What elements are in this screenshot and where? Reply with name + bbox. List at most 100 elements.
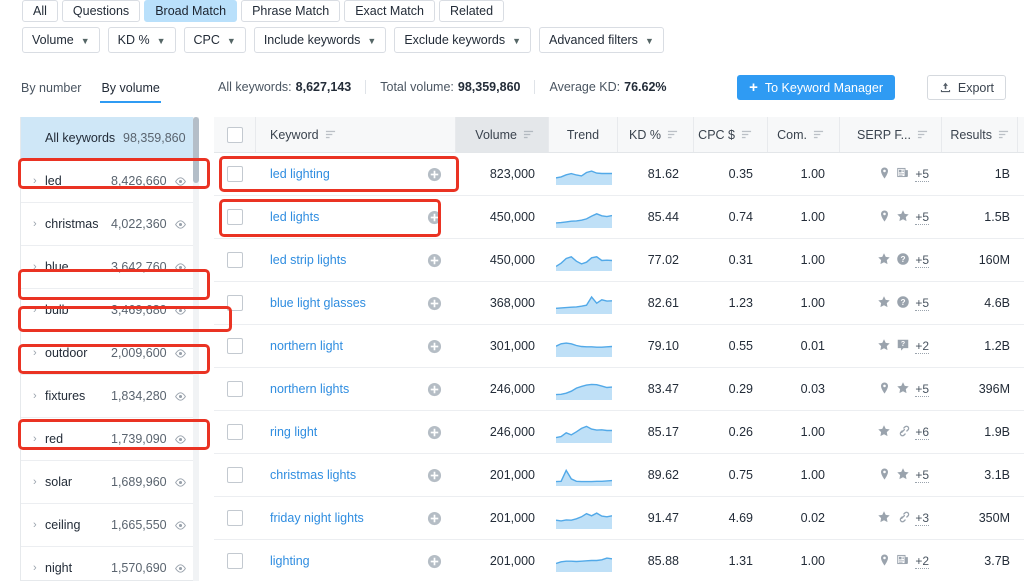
eye-icon[interactable] [173, 218, 187, 231]
row-checkbox[interactable] [227, 338, 243, 354]
column-header-kd[interactable]: KD % [618, 117, 694, 152]
sidebar-item-bulb[interactable]: › bulb 3,469,680 [21, 289, 197, 332]
keyword-link[interactable]: northern light [270, 339, 343, 353]
chevron-right-icon[interactable]: › [33, 519, 45, 531]
add-keyword-icon[interactable] [427, 253, 442, 268]
add-keyword-icon[interactable] [427, 339, 442, 354]
filter-volume[interactable]: Volume ▼ [22, 27, 100, 53]
chevron-right-icon[interactable]: › [33, 476, 45, 488]
sidebar-item-all-keywords[interactable]: All keywords 98,359,860 [21, 117, 197, 160]
view-tab-by-volume[interactable]: By volume [100, 79, 161, 103]
to-keyword-manager-button[interactable]: + To Keyword Manager [737, 75, 895, 100]
table-row[interactable]: northern lights 246,000 83.47 0.29 0.03 +5 396… [214, 368, 1024, 411]
serp-more-link[interactable]: +6 [915, 425, 929, 440]
table-row[interactable]: lighting 201,000 85.88 1.31 1.00 +2 3.7B [214, 540, 1024, 581]
chevron-right-icon[interactable]: › [33, 433, 45, 445]
column-header-results[interactable]: Results [942, 117, 1018, 152]
question-box-icon[interactable]: ? [896, 338, 910, 355]
star-icon[interactable] [877, 424, 891, 441]
keyword-link[interactable]: christmas lights [270, 468, 356, 482]
chevron-right-icon[interactable]: › [33, 218, 45, 230]
match-tab-related[interactable]: Related [438, 0, 505, 22]
link-icon[interactable] [896, 510, 910, 527]
sidebar-item-outdoor[interactable]: › outdoor 2,009,600 [21, 332, 197, 375]
sort-icon[interactable] [813, 129, 824, 140]
eye-icon[interactable] [173, 433, 187, 446]
star-icon[interactable] [896, 209, 910, 226]
star-icon[interactable] [877, 510, 891, 527]
pin-icon[interactable] [878, 467, 891, 484]
star-icon[interactable] [877, 295, 891, 312]
match-tab-questions[interactable]: Questions [61, 0, 141, 22]
eye-icon[interactable] [173, 390, 187, 403]
keyword-link[interactable]: ring light [270, 425, 317, 439]
eye-icon[interactable] [173, 476, 187, 489]
table-row[interactable]: led strip lights 450,000 77.02 0.31 1.00? +5 1… [214, 239, 1024, 282]
serp-more-link[interactable]: +5 [915, 167, 929, 182]
sidebar-scrollbar-thumb[interactable] [193, 117, 199, 183]
chevron-right-icon[interactable]: › [33, 347, 45, 359]
table-row[interactable]: blue light glasses 368,000 82.61 1.23 1.00? +… [214, 282, 1024, 325]
column-header-com[interactable]: Com. [768, 117, 840, 152]
chevron-right-icon[interactable]: › [33, 304, 45, 316]
column-header-keyword[interactable]: Keyword [256, 117, 456, 152]
keyword-groups-sidebar[interactable]: All keywords 98,359,860 › led 8,426,660 › chri… [20, 117, 198, 581]
chevron-right-icon[interactable]: › [33, 562, 45, 574]
row-checkbox[interactable] [227, 295, 243, 311]
row-checkbox[interactable] [227, 510, 243, 526]
link-icon[interactable] [896, 424, 910, 441]
serp-more-link[interactable]: +5 [915, 296, 929, 311]
filter-kd[interactable]: KD % ▼ [107, 27, 176, 53]
row-checkbox[interactable] [227, 381, 243, 397]
table-row[interactable]: led lights 450,000 85.44 0.74 1.00 +5 1.5B [214, 196, 1024, 239]
eye-icon[interactable] [173, 562, 187, 575]
question-icon[interactable]: ? [896, 252, 910, 269]
sidebar-item-red[interactable]: › red 1,739,090 [21, 418, 197, 461]
table-row[interactable]: christmas lights 201,000 89.62 0.75 1.00 +5 3.… [214, 454, 1024, 497]
star-icon[interactable] [896, 467, 910, 484]
sort-icon[interactable] [741, 129, 752, 140]
row-checkbox[interactable] [227, 467, 243, 483]
add-keyword-icon[interactable] [427, 210, 442, 225]
eye-icon[interactable] [173, 261, 187, 274]
eye-icon[interactable] [173, 519, 187, 532]
keyword-link[interactable]: led lighting [270, 167, 330, 181]
star-icon[interactable] [877, 338, 891, 355]
keyword-link[interactable]: led strip lights [270, 253, 346, 267]
keyword-link[interactable]: led lights [270, 210, 319, 224]
keyword-link[interactable]: friday night lights [270, 511, 364, 525]
sidebar-item-led[interactable]: › led 8,426,660 [21, 160, 197, 203]
column-header-trend[interactable]: Trend [549, 117, 618, 152]
sort-icon[interactable] [667, 129, 678, 140]
table-row[interactable]: ring light 246,000 85.17 0.26 1.00 +6 1.9B [214, 411, 1024, 454]
add-keyword-icon[interactable] [427, 296, 442, 311]
serp-more-link[interactable]: +5 [915, 468, 929, 483]
sidebar-item-fixtures[interactable]: › fixtures 1,834,280 [21, 375, 197, 418]
question-icon[interactable]: ? [896, 295, 910, 312]
sort-icon[interactable] [523, 129, 534, 140]
add-keyword-icon[interactable] [427, 425, 442, 440]
serp-more-link[interactable]: +3 [915, 511, 929, 526]
add-keyword-icon[interactable] [427, 468, 442, 483]
column-header-serp[interactable]: SERP F... [840, 117, 942, 152]
table-row[interactable]: northern light 301,000 79.10 0.55 0.01? +2 1.2… [214, 325, 1024, 368]
keyword-link[interactable]: northern lights [270, 382, 349, 396]
serp-more-link[interactable]: +2 [915, 554, 929, 569]
news-icon[interactable] [896, 553, 910, 569]
table-row[interactable]: friday night lights 201,000 91.47 4.69 0.02 +… [214, 497, 1024, 540]
serp-more-link[interactable]: +5 [915, 253, 929, 268]
serp-more-link[interactable]: +2 [915, 339, 929, 354]
chevron-right-icon[interactable]: › [33, 175, 45, 187]
add-keyword-icon[interactable] [427, 554, 442, 569]
pin-icon[interactable] [878, 209, 891, 226]
sidebar-item-christmas[interactable]: › christmas 4,022,360 [21, 203, 197, 246]
row-checkbox[interactable] [227, 209, 243, 225]
export-button[interactable]: Export [926, 75, 1006, 100]
sidebar-item-solar[interactable]: › solar 1,689,960 [21, 461, 197, 504]
match-tab-exact-match[interactable]: Exact Match [344, 0, 435, 22]
star-icon[interactable] [877, 252, 891, 269]
eye-icon[interactable] [173, 175, 187, 188]
table-row[interactable]: led lighting 823,000 81.62 0.35 1.00 +5 1B [214, 153, 1024, 196]
add-keyword-icon[interactable] [427, 382, 442, 397]
sidebar-item-night[interactable]: › night 1,570,690 [21, 547, 197, 580]
